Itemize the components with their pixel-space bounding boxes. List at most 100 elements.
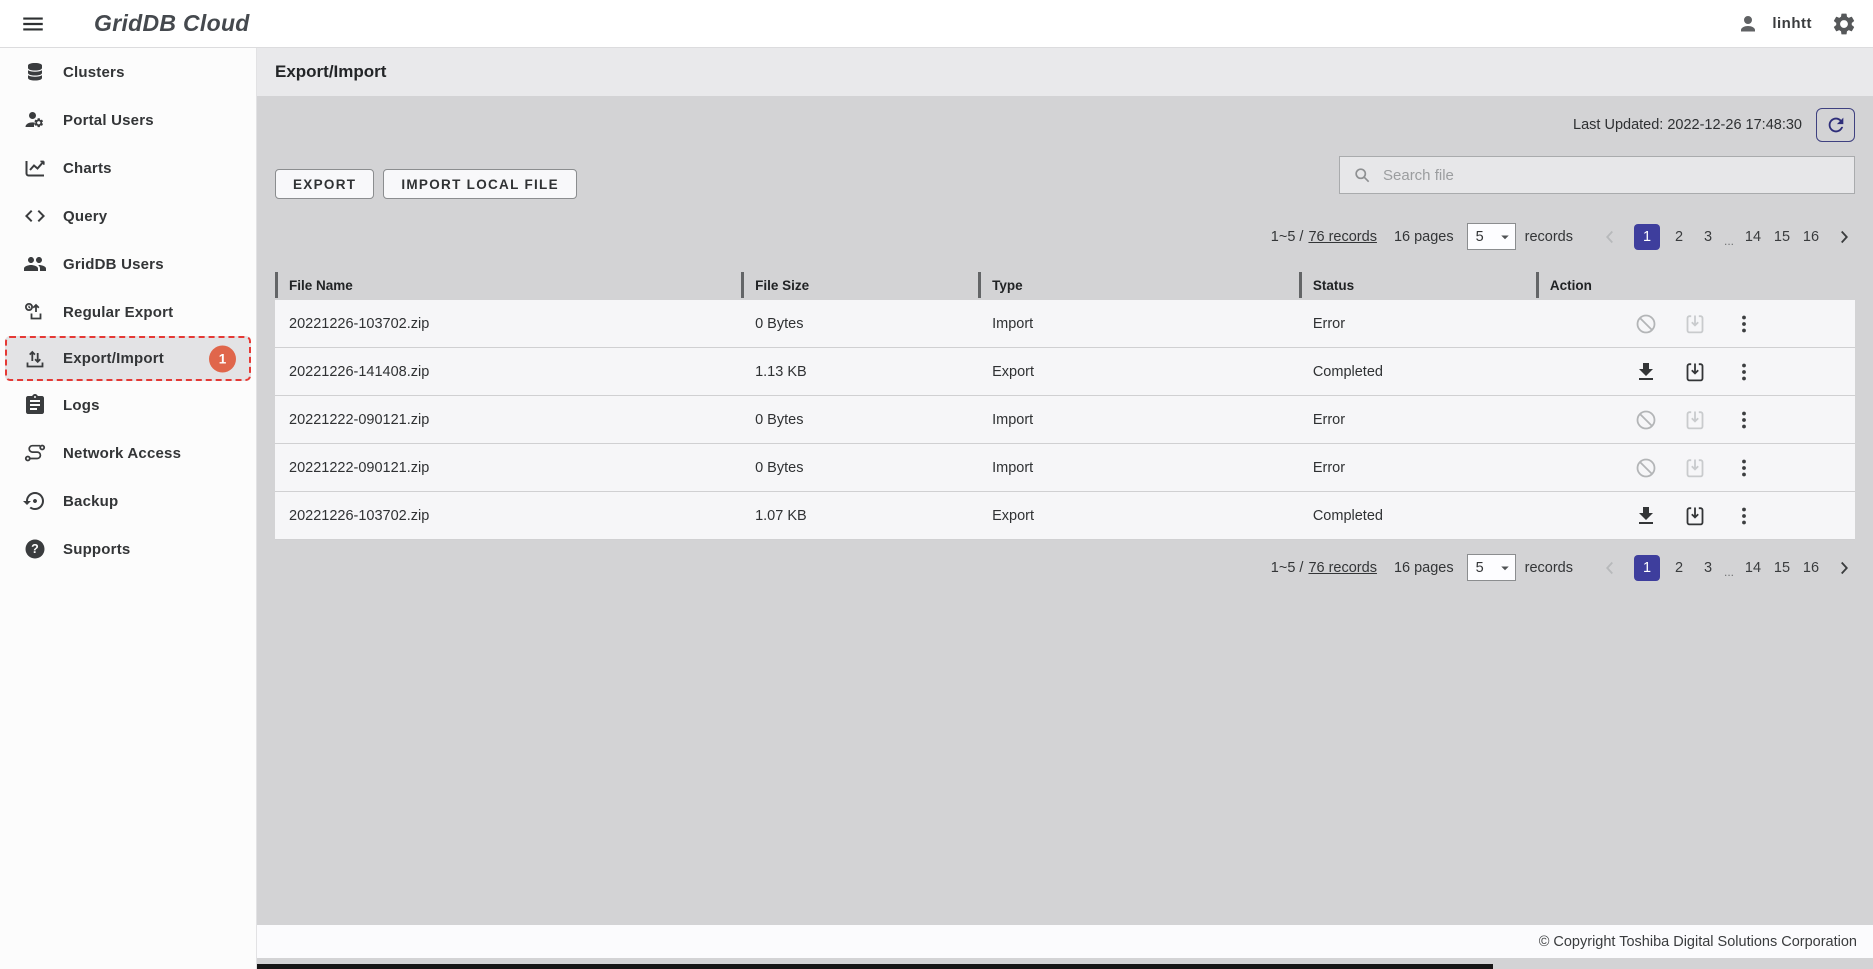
pagination-bottom: 1~5 / 76 records 16 pages 5 records 1 2 …: [275, 554, 1855, 581]
column-divider: [1536, 272, 1539, 298]
inbox-import-icon[interactable]: [1683, 504, 1707, 528]
cell-status: Completed: [1299, 364, 1536, 380]
sidebar-item-export-import[interactable]: Export/Import 1: [5, 336, 251, 381]
range-text: 1~5 /: [1271, 560, 1304, 576]
refresh-button[interactable]: [1816, 108, 1855, 142]
table-row: 20221222-090121.zip0 BytesImportError: [275, 444, 1855, 492]
sidebar-item-query[interactable]: Query: [0, 192, 256, 240]
sidebar-item-logs[interactable]: Logs: [0, 381, 256, 429]
app-window: GridDB Cloud linhtt Clusters: [0, 0, 1873, 969]
portal-users-icon: [23, 108, 47, 132]
column-action: Action: [1550, 278, 1592, 293]
page-number-14[interactable]: 14: [1743, 229, 1763, 245]
inbox-import-icon[interactable]: [1683, 408, 1707, 432]
page-number-15[interactable]: 15: [1772, 560, 1792, 576]
page-number-1[interactable]: 1: [1634, 555, 1660, 581]
username: linhtt: [1772, 15, 1812, 32]
kebab-menu-icon[interactable]: [1732, 408, 1756, 432]
download-icon[interactable]: [1634, 360, 1658, 384]
page-size-select[interactable]: 5: [1467, 223, 1516, 250]
sidebar-item-label: Logs: [63, 397, 100, 414]
cell-file-size: 1.07 KB: [741, 508, 978, 524]
svg-text:?: ?: [31, 542, 39, 556]
chevron-left-icon[interactable]: [1599, 226, 1621, 248]
page-number-16[interactable]: 16: [1801, 229, 1821, 245]
table-body: 20221226-103702.zip0 BytesImportError202…: [275, 300, 1855, 540]
export-button[interactable]: EXPORT: [275, 169, 374, 199]
page-number-3[interactable]: 3: [1698, 229, 1718, 245]
chevron-right-icon[interactable]: [1833, 557, 1855, 579]
kebab-menu-icon[interactable]: [1732, 360, 1756, 384]
inbox-import-icon[interactable]: [1683, 360, 1707, 384]
table-header: File Name File Size Type Status Action: [275, 270, 1855, 300]
page-number-14[interactable]: 14: [1743, 560, 1763, 576]
chevron-right-icon[interactable]: [1833, 226, 1855, 248]
toolbar-row: EXPORT IMPORT LOCAL FILE: [275, 156, 1855, 199]
sidebar-item-supports[interactable]: ? Supports: [0, 525, 256, 573]
backup-icon: [23, 489, 47, 513]
copyright-text: © Copyright Toshiba Digital Solutions Co…: [1539, 934, 1857, 950]
cell-type: Import: [978, 460, 1299, 476]
records-count-link[interactable]: 76 records: [1308, 229, 1377, 245]
kebab-menu-icon[interactable]: [1732, 504, 1756, 528]
blocked-icon: [1634, 456, 1658, 480]
inbox-import-icon[interactable]: [1683, 456, 1707, 480]
page-number-2[interactable]: 2: [1669, 560, 1689, 576]
gear-icon[interactable]: [1831, 11, 1857, 37]
last-updated-text: Last Updated: 2022-12-26 17:48:30: [1573, 117, 1802, 133]
column-divider: [1299, 272, 1302, 298]
search-input[interactable]: [1381, 166, 1844, 185]
cell-status: Error: [1299, 460, 1536, 476]
network-access-icon: [23, 441, 47, 465]
page-number-2[interactable]: 2: [1669, 229, 1689, 245]
range-text: 1~5 /: [1271, 229, 1304, 245]
cell-status: Error: [1299, 316, 1536, 332]
inbox-import-icon[interactable]: [1683, 312, 1707, 336]
sidebar-item-label: Portal Users: [63, 112, 154, 129]
chevron-left-icon[interactable]: [1599, 557, 1621, 579]
sidebar-item-backup[interactable]: Backup: [0, 477, 256, 525]
sidebar-item-charts[interactable]: Charts: [0, 144, 256, 192]
blocked-icon: [1634, 408, 1658, 432]
users-icon: [23, 252, 47, 276]
sidebar-item-label: Regular Export: [63, 304, 173, 321]
topbar-right: linhtt: [1736, 11, 1857, 37]
sidebar-item-label: GridDB Users: [63, 256, 164, 273]
import-local-file-button[interactable]: IMPORT LOCAL FILE: [383, 169, 577, 199]
footer: © Copyright Toshiba Digital Solutions Co…: [257, 925, 1873, 958]
sidebar-item-griddb-users[interactable]: GridDB Users: [0, 240, 256, 288]
page-size-select[interactable]: 5: [1467, 554, 1516, 581]
page-number-1[interactable]: 1: [1634, 224, 1660, 250]
kebab-menu-icon[interactable]: [1732, 312, 1756, 336]
sidebar-item-label: Query: [63, 208, 107, 225]
pages-count: 16 pages: [1394, 229, 1454, 245]
download-icon[interactable]: [1634, 504, 1658, 528]
regular-export-icon: [23, 300, 47, 324]
toolbar-buttons: EXPORT IMPORT LOCAL FILE: [275, 169, 577, 199]
caret-down-icon: [1496, 559, 1514, 577]
table-row: 20221222-090121.zip0 BytesImportError: [275, 396, 1855, 444]
sidebar-item-portal-users[interactable]: Portal Users: [0, 96, 256, 144]
refresh-icon: [1825, 114, 1847, 136]
database-icon: [23, 60, 47, 84]
sidebar-item-regular-export[interactable]: Regular Export: [0, 288, 256, 336]
column-status: Status: [1313, 278, 1354, 293]
table-row: 20221226-103702.zip0 BytesImportError: [275, 300, 1855, 348]
cell-status: Completed: [1299, 508, 1536, 524]
cell-actions: [1536, 456, 1855, 480]
sidebar-item-network-access[interactable]: Network Access: [0, 429, 256, 477]
menu-icon[interactable]: [20, 11, 46, 37]
sidebar-item-clusters[interactable]: Clusters: [0, 48, 256, 96]
page-number-16[interactable]: 16: [1801, 560, 1821, 576]
sidebar-item-label: Charts: [63, 160, 112, 177]
page-number-3[interactable]: 3: [1698, 560, 1718, 576]
main-area: Export/Import Last Updated: 2022-12-26 1…: [257, 48, 1873, 969]
search-box: [1339, 156, 1855, 194]
page-number-15[interactable]: 15: [1772, 229, 1792, 245]
records-suffix: records: [1525, 560, 1573, 576]
table-row: 20221226-141408.zip1.13 KBExportComplete…: [275, 348, 1855, 396]
kebab-menu-icon[interactable]: [1732, 456, 1756, 480]
records-count-link[interactable]: 76 records: [1308, 560, 1377, 576]
horizontal-scrollbar-thumb[interactable]: [257, 964, 1493, 969]
cell-status: Error: [1299, 412, 1536, 428]
